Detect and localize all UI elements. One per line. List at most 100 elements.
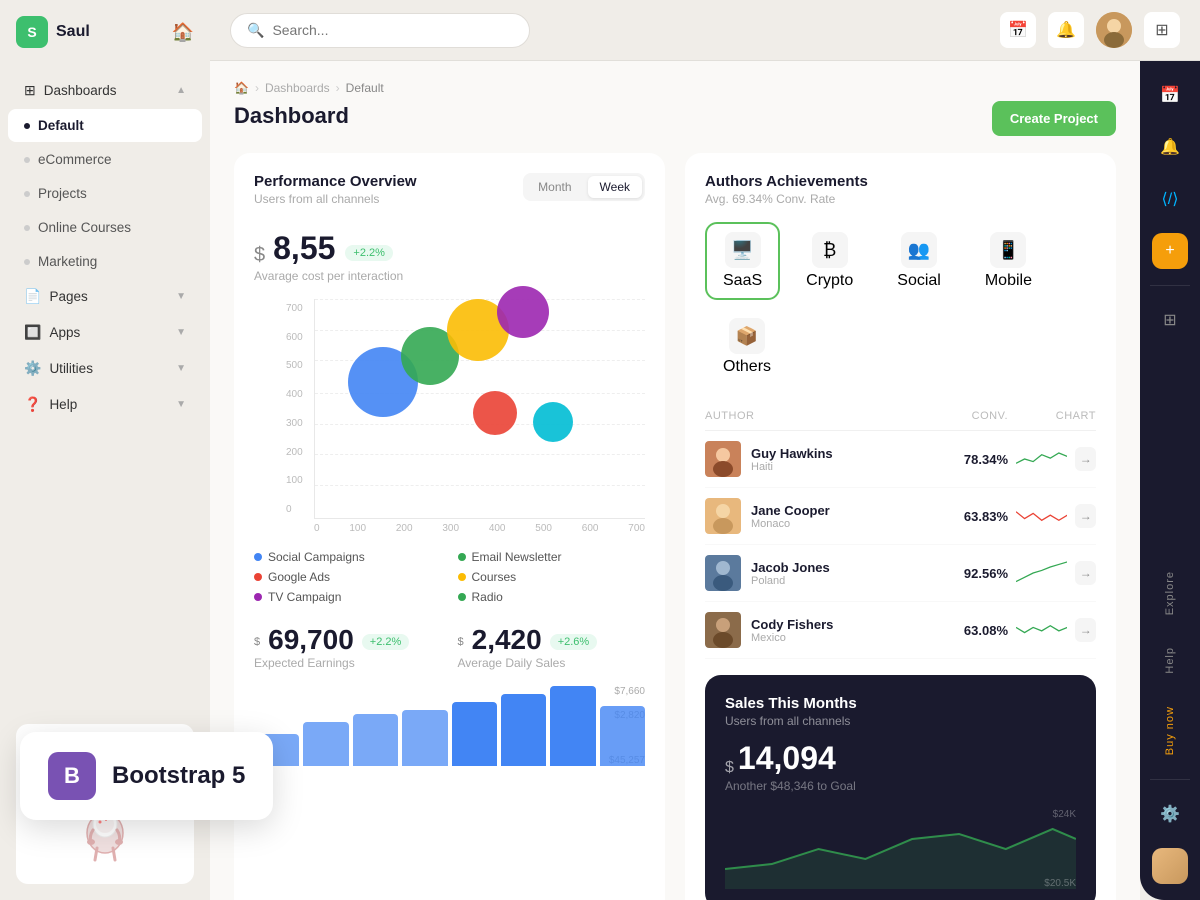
- settings-panel-icon[interactable]: ⚙️: [1152, 796, 1188, 832]
- pages-icon: 📄: [24, 288, 41, 305]
- dot: [24, 157, 30, 163]
- chevron-down-icon: ▲: [176, 85, 186, 96]
- daily-sales-stat: $ 2,420 +2.6% Average Daily Sales: [458, 624, 646, 670]
- week-btn[interactable]: Week: [588, 176, 642, 198]
- divider: [1150, 285, 1190, 286]
- view-btn-2[interactable]: →: [1075, 561, 1096, 585]
- chevron-down-icon: ▼: [176, 399, 186, 410]
- apps-icon: 🔲: [24, 324, 41, 341]
- stats-row: $ 69,700 +2.2% Expected Earnings $ 2,420…: [254, 624, 645, 670]
- app-logo: S: [16, 16, 48, 48]
- sidebar-item-default[interactable]: Default: [8, 109, 202, 142]
- bootstrap-text: Bootstrap 5: [112, 762, 245, 790]
- tab-saas[interactable]: 🖥️ SaaS: [705, 222, 780, 300]
- utilities-label: Utilities: [49, 361, 93, 376]
- sidebar-item-marketing[interactable]: Marketing: [8, 245, 202, 278]
- legend-courses: Courses: [458, 570, 646, 584]
- divider-2: [1150, 779, 1190, 780]
- avatar-3: [705, 612, 741, 648]
- bubble-chart-wrap: 700 600 500 400 300 200 100 0: [254, 299, 645, 534]
- create-project-button[interactable]: Create Project: [992, 101, 1116, 136]
- month-btn[interactable]: Month: [526, 176, 583, 198]
- legend-email: Email Newsletter: [458, 550, 646, 564]
- tab-mobile[interactable]: 📱 Mobile: [967, 222, 1050, 300]
- sidebar-group-pages[interactable]: 📄 Pages ▼: [8, 279, 202, 314]
- sidebar-group-utilities[interactable]: ⚙️ Utilities ▼: [8, 351, 202, 386]
- mini-chart-0: [1016, 444, 1067, 474]
- dot: [24, 225, 30, 231]
- legend-tv: TV Campaign: [254, 590, 442, 604]
- breadcrumb: 🏠 › Dashboards › Default: [234, 81, 384, 95]
- sales-title: Sales This Months: [725, 695, 1076, 712]
- help-label[interactable]: Help: [1160, 639, 1180, 682]
- code-icon[interactable]: ⟨/⟩: [1152, 181, 1188, 217]
- grid-icon-btn[interactable]: ⊞: [1144, 12, 1180, 48]
- page-title: Dashboard: [234, 103, 384, 129]
- main-area: 🔍 📅 🔔 ⊞ 🏠 › Dashboards › Default: [210, 0, 1200, 900]
- sales-card: Sales This Months Users from all channel…: [705, 675, 1096, 900]
- bell-icon-btn[interactable]: 🔔: [1048, 12, 1084, 48]
- user-avatar[interactable]: [1096, 12, 1132, 48]
- avatar-2: [705, 555, 741, 591]
- view-btn-3[interactable]: →: [1075, 618, 1096, 642]
- author-info-0: Guy Hawkins Haiti: [705, 441, 920, 477]
- tab-crypto[interactable]: ₿ Crypto: [788, 222, 871, 300]
- grid-panel-icon[interactable]: ⊞: [1152, 302, 1188, 338]
- dot: [24, 191, 30, 197]
- col-chart: Chart: [1016, 410, 1096, 422]
- perf-header: Performance Overview Users from all chan…: [254, 173, 645, 206]
- mini-chart-2: [1016, 558, 1067, 588]
- legend-radio: Radio: [458, 590, 646, 604]
- col-author: Author: [705, 410, 920, 422]
- search-input[interactable]: [272, 22, 513, 38]
- authors-card: Authors Achievements Avg. 69.34% Conv. R…: [685, 153, 1116, 900]
- sales-value: 14,094: [738, 740, 836, 777]
- sidebar-item-ecommerce[interactable]: eCommerce: [8, 143, 202, 176]
- back-icon[interactable]: 🏠: [172, 22, 194, 43]
- time-toggle: Month Week: [523, 173, 645, 201]
- tab-others[interactable]: 📦 Others: [705, 308, 789, 386]
- dashboards-label: Dashboards: [44, 83, 117, 98]
- authors-table-header: Author Conv. Chart: [705, 402, 1096, 431]
- sidebar-group-help[interactable]: ❓ Help ▼: [8, 387, 202, 422]
- notification-icon[interactable]: 🔔: [1152, 129, 1188, 165]
- buy-now-label[interactable]: Buy now: [1160, 698, 1180, 763]
- chevron-down-icon: ▼: [176, 291, 186, 302]
- breadcrumb-current: Default: [346, 81, 384, 95]
- avatar-1: [705, 498, 741, 534]
- bootstrap-logo: B: [48, 752, 96, 800]
- others-icon: 📦: [729, 318, 765, 354]
- calendar-icon-btn[interactable]: 📅: [1000, 12, 1036, 48]
- breadcrumb-parent: Dashboards: [265, 81, 330, 95]
- sidebar-group-dashboards[interactable]: ⊞ Dashboards ▲: [8, 73, 202, 108]
- sidebar-nav: ⊞ Dashboards ▲ Default eCommerce Project…: [0, 64, 210, 708]
- bubble-courses: [533, 402, 573, 442]
- view-btn-1[interactable]: →: [1075, 504, 1096, 528]
- bar-chart: $7,660 $2,820 $45,257: [254, 686, 645, 766]
- plus-icon[interactable]: +: [1152, 233, 1188, 269]
- active-dot: [24, 123, 30, 129]
- perf-subtitle: Users from all channels: [254, 192, 417, 206]
- social-icon: 👥: [901, 232, 937, 268]
- table-row: Jacob Jones Poland 92.56% →: [705, 545, 1096, 602]
- calendar-icon[interactable]: 📅: [1152, 77, 1188, 113]
- panel-user-avatar: [1152, 848, 1188, 884]
- legend-social: Social Campaigns: [254, 550, 442, 564]
- right-panel: 📅 🔔 ⟨/⟩ + ⊞ Explore Help Buy now ⚙️: [1140, 61, 1200, 900]
- perf-title: Performance Overview: [254, 173, 417, 190]
- sidebar-item-online-courses[interactable]: Online Courses: [8, 211, 202, 244]
- chart-legend: Social Campaigns Email Newsletter Google…: [254, 550, 645, 604]
- sidebar-group-apps[interactable]: 🔲 Apps ▼: [8, 315, 202, 350]
- sales-chart: $24K $20.5K: [725, 809, 1076, 889]
- view-btn-0[interactable]: →: [1075, 447, 1096, 471]
- app-name: Saul: [56, 23, 90, 41]
- search-box[interactable]: 🔍: [230, 13, 530, 48]
- mobile-icon: 📱: [990, 232, 1026, 268]
- search-icon: 🔍: [247, 22, 264, 39]
- sales-goal: Another $48,346 to Goal: [725, 779, 1076, 793]
- mini-chart-1: [1016, 501, 1067, 531]
- sidebar-item-projects[interactable]: Projects: [8, 177, 202, 210]
- tab-social[interactable]: 👥 Social: [879, 222, 959, 300]
- explore-label[interactable]: Explore: [1160, 563, 1180, 623]
- crypto-icon: ₿: [812, 232, 848, 268]
